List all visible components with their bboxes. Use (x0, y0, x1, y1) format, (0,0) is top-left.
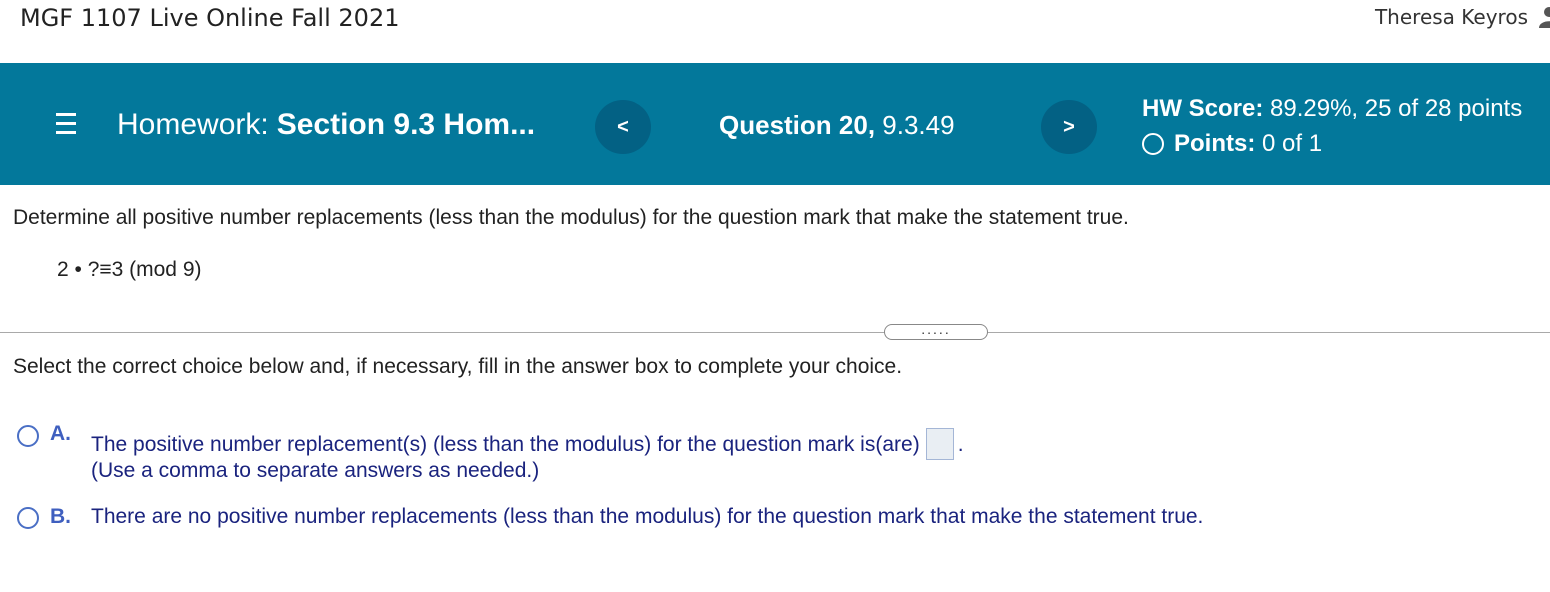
choice-a-letter: A. (50, 422, 71, 445)
choice-b-letter: B. (50, 505, 71, 528)
top-bar: MGF 1107 Live Online Fall 2021 Theresa K… (0, 0, 1550, 63)
homework-title[interactable]: Homework: Section 9.3 Hom... (117, 108, 535, 142)
choice-b-text: There are no positive number replacement… (91, 505, 1204, 528)
user-icon[interactable] (1538, 6, 1550, 28)
question-selector[interactable]: Question 20, 9.3.49 (719, 110, 955, 141)
choice-b-radio[interactable] (17, 507, 39, 529)
expand-handle[interactable]: ..... (884, 322, 988, 340)
points-label: Points: (1174, 130, 1256, 157)
question-points: Points: 0 of 1 (1142, 130, 1322, 158)
next-question-button[interactable]: > (1041, 100, 1097, 154)
choice-a-label: The positive number replacement(s) (less… (91, 433, 920, 456)
points-value: 0 of 1 (1262, 130, 1323, 157)
previous-question-button[interactable]: < (595, 100, 651, 154)
choice-a-period: . (957, 433, 964, 456)
points-status-icon (1142, 133, 1164, 155)
choice-a-radio[interactable] (17, 425, 39, 447)
menu-icon[interactable] (56, 113, 76, 135)
user-name[interactable]: Theresa Keyros (1375, 5, 1528, 29)
question-number: Question 20, (719, 110, 876, 140)
section-divider (0, 332, 1550, 333)
answer-instructions: Select the correct choice below and, if … (13, 355, 903, 378)
question-id: 9.3.49 (882, 110, 955, 140)
answer-box[interactable] (925, 428, 954, 460)
hw-score-value: 89.29%, 25 of 28 points (1270, 95, 1523, 122)
choice-a-hint: (Use a comma to separate answers as need… (91, 459, 540, 482)
question-text: Determine all positive number replacemen… (13, 206, 1129, 229)
choice-a-text: The positive number replacement(s) (less… (91, 428, 964, 460)
question-equation: 2 • ?≡3 (mod 9) (57, 258, 202, 281)
course-title: MGF 1107 Live Online Fall 2021 (20, 4, 400, 32)
hw-score: HW Score: 89.29%, 25 of 28 points (1142, 95, 1522, 123)
hw-score-label: HW Score: (1142, 95, 1264, 122)
homework-prefix: Homework: (117, 108, 269, 141)
homework-name: Section 9.3 Hom... (276, 108, 536, 141)
